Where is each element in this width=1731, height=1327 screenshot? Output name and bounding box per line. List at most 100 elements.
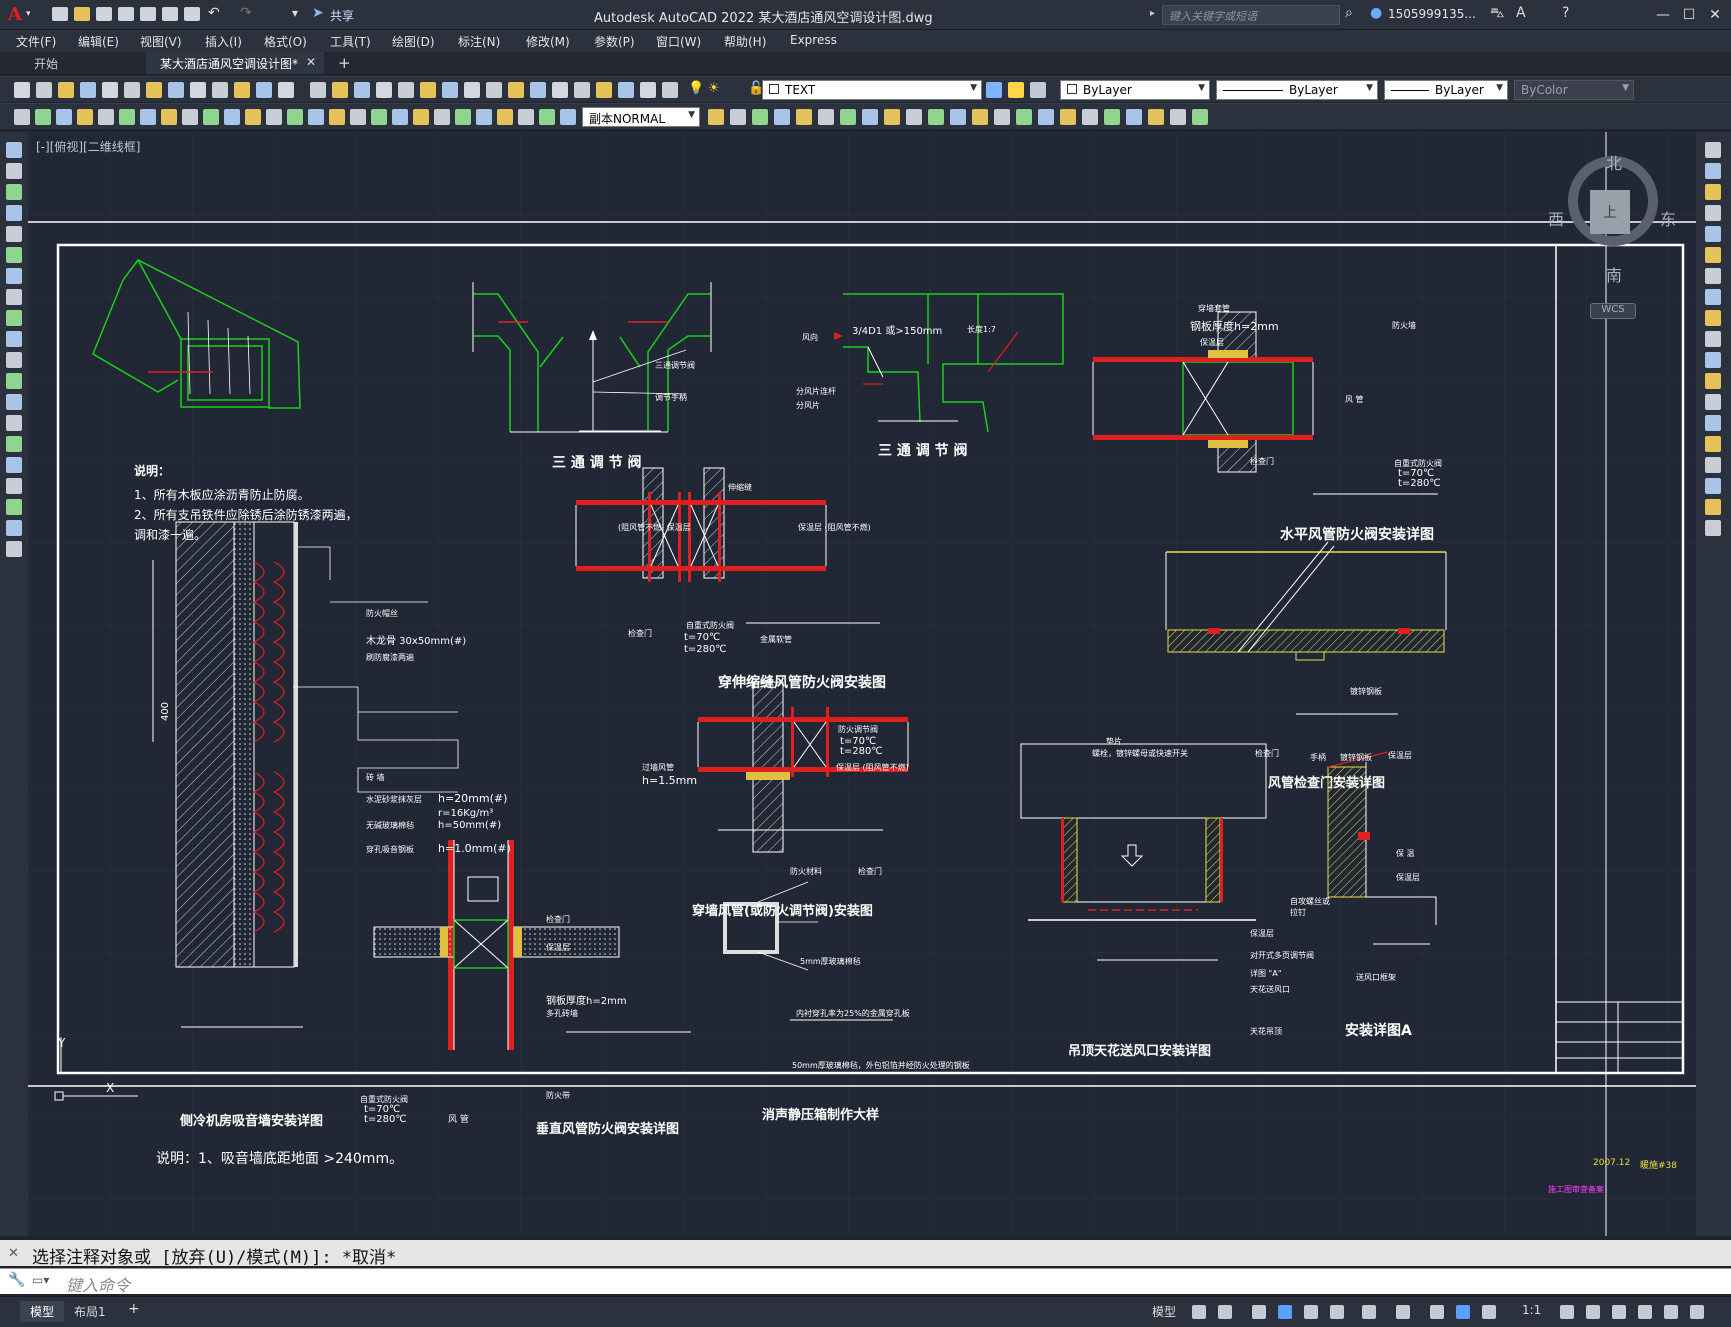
menu-item-10[interactable]: 窗口(W) xyxy=(656,33,701,50)
user-account[interactable]: 1505999135... xyxy=(1388,7,1476,21)
status-toggle-icon-5[interactable] xyxy=(1330,1305,1344,1319)
app-menu-chevron-icon[interactable]: ▾ xyxy=(26,9,31,19)
menu-item-7[interactable]: 标注(N) xyxy=(458,33,500,50)
draw-tool-icon-1[interactable] xyxy=(35,109,51,125)
draw-tool-icon-36[interactable] xyxy=(906,109,922,125)
draw-tool-icon-10[interactable] xyxy=(224,109,240,125)
layer-tool-icon-1[interactable] xyxy=(1008,82,1024,98)
draw-tool-icon-0[interactable] xyxy=(14,109,30,125)
std-tool-icon-0[interactable] xyxy=(14,82,30,98)
std-tool-icon-28[interactable] xyxy=(640,82,656,98)
draw-tool-icon-29[interactable] xyxy=(752,109,768,125)
left-tool-icon-7[interactable] xyxy=(6,289,22,305)
tab-layout1[interactable]: 布局1 xyxy=(64,1301,116,1322)
draw-tool-icon-11[interactable] xyxy=(245,109,261,125)
left-tool-icon-12[interactable] xyxy=(6,394,22,410)
std-tool-icon-22[interactable] xyxy=(508,82,524,98)
draw-tool-icon-16[interactable] xyxy=(350,109,366,125)
left-tool-icon-16[interactable] xyxy=(6,478,22,494)
dimstyle-combo[interactable]: 副本NORMAL ▼ xyxy=(582,107,700,127)
draw-tool-icon-23[interactable] xyxy=(497,109,513,125)
status-toggle-icon-1[interactable] xyxy=(1218,1305,1232,1319)
menu-item-11[interactable]: 帮助(H) xyxy=(724,33,766,50)
left-tool-icon-5[interactable] xyxy=(6,247,22,263)
right-tool-icon-5[interactable] xyxy=(1705,247,1721,263)
status-toggle-icon-10[interactable] xyxy=(1482,1305,1496,1319)
right-tool-icon-17[interactable] xyxy=(1705,499,1721,515)
close-button[interactable]: ✕ xyxy=(1702,4,1728,26)
new-tab-button[interactable]: + xyxy=(338,54,351,72)
share-button[interactable]: 共享 xyxy=(330,7,354,24)
status-toggle-icon-9[interactable] xyxy=(1456,1305,1470,1319)
save-as-icon[interactable] xyxy=(118,7,134,21)
command-input[interactable]: 键入命令 xyxy=(66,1272,130,1296)
draw-tool-icon-38[interactable] xyxy=(950,109,966,125)
draw-tool-icon-46[interactable] xyxy=(1126,109,1142,125)
viewport-controls[interactable]: [-][俯视][二维线框] xyxy=(36,138,140,155)
right-tool-icon-13[interactable] xyxy=(1705,415,1721,431)
std-tool-icon-17[interactable] xyxy=(398,82,414,98)
status-toggle-icon-2[interactable] xyxy=(1252,1305,1266,1319)
recent-commands-icon[interactable]: ▭▾ xyxy=(32,1273,49,1287)
draw-tool-icon-25[interactable] xyxy=(539,109,555,125)
wcs-menu[interactable]: WCS xyxy=(1590,303,1636,319)
right-tool-icon-7[interactable] xyxy=(1705,289,1721,305)
std-tool-icon-4[interactable] xyxy=(102,82,118,98)
right-tool-icon-16[interactable] xyxy=(1705,478,1721,494)
tab-model[interactable]: 模型 xyxy=(20,1301,65,1322)
plot-icon[interactable] xyxy=(184,7,200,21)
draw-tool-icon-17[interactable] xyxy=(371,109,387,125)
left-tool-icon-13[interactable] xyxy=(6,415,22,431)
std-tool-icon-19[interactable] xyxy=(442,82,458,98)
viewcube-east[interactable]: 东 xyxy=(1660,206,1676,230)
std-tool-icon-5[interactable] xyxy=(124,82,140,98)
left-tool-icon-18[interactable] xyxy=(6,520,22,536)
menu-item-4[interactable]: 格式(O) xyxy=(264,33,307,50)
right-tool-icon-15[interactable] xyxy=(1705,457,1721,473)
menu-item-5[interactable]: 工具(T) xyxy=(330,33,371,50)
left-tool-icon-1[interactable] xyxy=(6,163,22,179)
layer-tool-icon-2[interactable] xyxy=(1030,82,1046,98)
std-tool-icon-1[interactable] xyxy=(36,82,52,98)
draw-tool-icon-22[interactable] xyxy=(476,109,492,125)
std-tool-icon-13[interactable] xyxy=(310,82,326,98)
menu-item-9[interactable]: 参数(P) xyxy=(594,33,635,50)
layer-combo[interactable]: TEXT ▼ xyxy=(762,80,982,100)
cart-icon[interactable]: ⛍ xyxy=(1490,5,1504,23)
right-tool-icon-3[interactable] xyxy=(1705,205,1721,221)
std-tool-icon-14[interactable] xyxy=(332,82,348,98)
left-tool-icon-2[interactable] xyxy=(6,184,22,200)
right-tool-icon-11[interactable] xyxy=(1705,373,1721,389)
open-web-icon[interactable] xyxy=(140,7,156,21)
left-tool-icon-15[interactable] xyxy=(6,457,22,473)
draw-tool-icon-18[interactable] xyxy=(392,109,408,125)
left-tool-icon-9[interactable] xyxy=(6,331,22,347)
quick-access-dropdown-icon[interactable]: ▾ xyxy=(292,6,298,20)
undo-icon[interactable]: ↶ xyxy=(208,5,220,21)
draw-tool-icon-28[interactable] xyxy=(730,109,746,125)
std-tool-icon-26[interactable] xyxy=(596,82,612,98)
menu-item-12[interactable]: Express xyxy=(790,33,837,47)
draw-tool-icon-32[interactable] xyxy=(818,109,834,125)
std-tool-icon-16[interactable] xyxy=(376,82,392,98)
status-toggle-icon-7[interactable] xyxy=(1396,1305,1410,1319)
right-tool-icon-0[interactable] xyxy=(1705,142,1721,158)
menu-item-3[interactable]: 插入(I) xyxy=(205,33,242,50)
tab-drawing[interactable]: 某大酒店通风空调设计图* ✕ xyxy=(146,52,324,74)
draw-tool-icon-44[interactable] xyxy=(1082,109,1098,125)
left-tool-icon-11[interactable] xyxy=(6,373,22,389)
status-toggle-icon-6[interactable] xyxy=(1362,1305,1376,1319)
right-tool-icon-10[interactable] xyxy=(1705,352,1721,368)
draw-tool-icon-21[interactable] xyxy=(455,109,471,125)
plotstyle-combo[interactable]: ByColor ▼ xyxy=(1514,80,1634,100)
left-tool-icon-6[interactable] xyxy=(6,268,22,284)
draw-tool-icon-4[interactable] xyxy=(98,109,114,125)
color-combo[interactable]: ByLayer ▼ xyxy=(1060,80,1210,100)
draw-tool-icon-5[interactable] xyxy=(119,109,135,125)
draw-tool-icon-42[interactable] xyxy=(1038,109,1054,125)
status-toggle-icon-12[interactable] xyxy=(1586,1305,1600,1319)
draw-tool-icon-24[interactable] xyxy=(518,109,534,125)
right-tool-icon-14[interactable] xyxy=(1705,436,1721,452)
menu-item-0[interactable]: 文件(F) xyxy=(16,33,56,50)
layer-freeze-icon[interactable]: ☀ xyxy=(708,81,720,96)
